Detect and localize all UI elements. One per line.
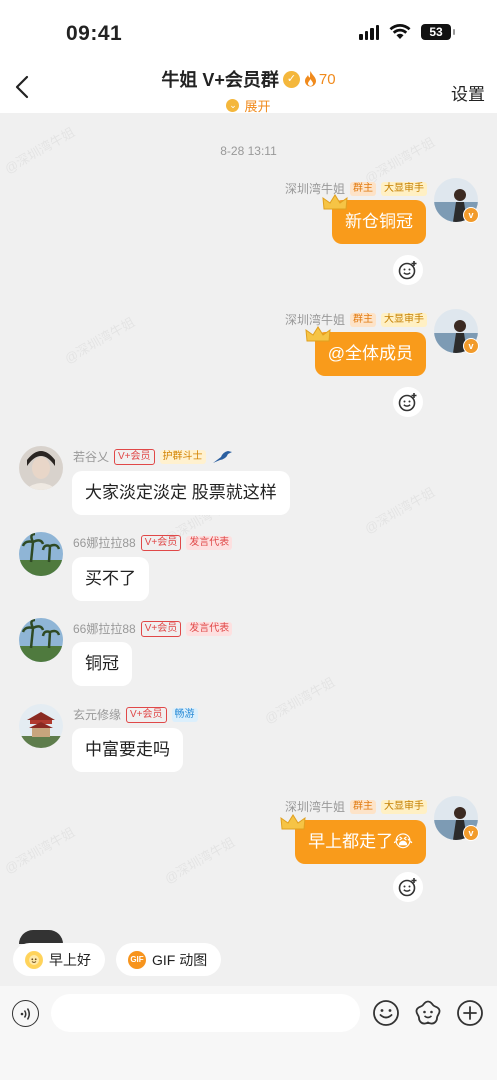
add-reaction-button[interactable] xyxy=(393,255,423,285)
quick-reply-label: GIF 动图 xyxy=(152,951,208,968)
gif-icon: GIF xyxy=(128,950,146,969)
fire-count-value: 70 xyxy=(318,70,336,88)
expand-button[interactable]: ⌄ 展开 xyxy=(226,96,271,115)
add-reaction-button[interactable] xyxy=(393,872,423,902)
fire-icon xyxy=(304,71,316,87)
smiley-plus-icon xyxy=(398,878,417,897)
voice-button[interactable] xyxy=(12,1000,39,1027)
message-bubble[interactable]: 中富要走吗 xyxy=(72,728,183,772)
bird-icon xyxy=(212,450,232,463)
message-bubble[interactable]: 铜冠 xyxy=(72,642,132,686)
status-time: 09:41 xyxy=(66,22,123,45)
verified-badge-icon xyxy=(282,70,300,88)
battery-icon: 53 xyxy=(421,24,455,40)
role-tag-review: 大显审手 xyxy=(381,181,427,196)
crown-icon xyxy=(280,814,306,830)
watermark: @深圳湾牛姐 xyxy=(361,134,438,187)
sticker-icon xyxy=(415,1000,441,1025)
avatar[interactable] xyxy=(19,532,63,576)
watermark: @深圳湾牛姐 xyxy=(261,674,338,727)
chevron-down-icon: ⌄ xyxy=(226,99,240,112)
smiley-plus-icon xyxy=(398,261,417,280)
sticker-button[interactable] xyxy=(414,999,442,1027)
message-input[interactable] xyxy=(51,994,360,1032)
input-bar xyxy=(0,986,497,1080)
role-tag-review: 大显审手 xyxy=(381,799,427,814)
sender-name: 66娜拉拉88 xyxy=(73,536,136,550)
smiley-plus-icon xyxy=(398,393,417,412)
quick-reply-chip[interactable]: 早上好 xyxy=(13,943,105,976)
role-tag-vip: V+会员 xyxy=(114,448,155,465)
sun-face-icon xyxy=(25,950,43,969)
voice-icon xyxy=(20,1007,30,1020)
more-button[interactable] xyxy=(456,999,484,1027)
role-tag-vip: V+会员 xyxy=(140,620,182,637)
verified-v-icon: v xyxy=(463,207,479,223)
group-title: 牛姐 V+会员群 xyxy=(161,70,279,90)
plus-icon xyxy=(457,1000,483,1026)
crown-icon xyxy=(322,194,348,210)
role-tag-roam: 畅游 xyxy=(171,707,198,722)
signal-icon xyxy=(359,24,379,40)
emoji-button[interactable] xyxy=(372,999,400,1027)
top-bar: 09:41 53 牛姐 V+会员群 70 xyxy=(0,0,497,115)
avatar[interactable] xyxy=(19,704,63,748)
message-bubble[interactable]: 大家淡定淡定 股票就这样 xyxy=(72,471,290,515)
avatar[interactable] xyxy=(19,618,63,662)
wifi-icon xyxy=(389,24,411,39)
smiley-icon xyxy=(373,1000,399,1026)
message-timestamp: 8-28 13:11 xyxy=(220,144,277,158)
verified-v-icon: v xyxy=(463,825,479,841)
avatar[interactable] xyxy=(19,446,63,490)
sender-name: 若谷乂 xyxy=(73,450,110,464)
group-title-row: 牛姐 V+会员群 70 xyxy=(161,66,335,92)
sender-line: 深圳湾牛姐 群主 大显审手 xyxy=(285,180,427,197)
avatar[interactable] xyxy=(19,930,63,944)
fire-count: 70 xyxy=(304,71,336,88)
sender-line: 66娜拉拉88 V+会员 发言代表 xyxy=(73,534,233,551)
add-reaction-button[interactable] xyxy=(393,387,423,417)
watermark: @深圳湾牛姐 xyxy=(61,314,138,367)
sender-line: 玄元修缘 V+会员 畅游 xyxy=(73,706,198,723)
chat-header: 牛姐 V+会员群 70 ⌄ 展开 xyxy=(0,66,497,115)
sender-name: 66娜拉拉88 xyxy=(73,622,136,636)
verified-v-icon: v xyxy=(463,338,479,354)
watermark: @深圳湾牛姐 xyxy=(361,484,438,537)
sender-name: 玄元修缘 xyxy=(73,708,122,722)
quick-reply-chip[interactable]: GIF GIF 动图 xyxy=(116,943,222,976)
quick-replies: 早上好 GIF GIF 动图 xyxy=(13,943,222,976)
role-tag-owner: 群主 xyxy=(350,799,376,814)
role-tag-owner: 群主 xyxy=(350,312,376,327)
role-tag-speak: 发言代表 xyxy=(186,535,233,550)
sender-line: 深圳湾牛姐 群主 大显审手 xyxy=(285,798,427,815)
settings-button[interactable]: 设置 xyxy=(451,80,485,105)
message-bubble[interactable]: 买不了 xyxy=(72,557,149,601)
expand-label: 展开 xyxy=(244,99,271,114)
role-tag-vip: V+会员 xyxy=(140,534,182,551)
watermark: @深圳湾牛姐 xyxy=(161,834,238,887)
role-tag-speak: 发言代表 xyxy=(186,621,233,636)
message-bubble[interactable]: @全体成员 xyxy=(314,332,426,376)
role-tag-guard: 护群斗士 xyxy=(159,449,206,464)
watermark: @深圳湾牛姐 xyxy=(1,824,78,877)
crown-icon xyxy=(305,326,331,342)
role-tag-vip: V+会员 xyxy=(126,706,167,723)
status-icons: 53 xyxy=(359,24,455,40)
quick-reply-label: 早上好 xyxy=(49,951,91,968)
sender-line: 若谷乂 V+会员 护群斗士 xyxy=(73,448,233,465)
message-bubble[interactable]: 早上都走了😭 xyxy=(295,820,426,864)
role-tag-owner: 群主 xyxy=(350,181,376,196)
role-tag-review: 大显审手 xyxy=(381,312,427,327)
sender-line: 66娜拉拉88 V+会员 发言代表 xyxy=(73,620,233,637)
